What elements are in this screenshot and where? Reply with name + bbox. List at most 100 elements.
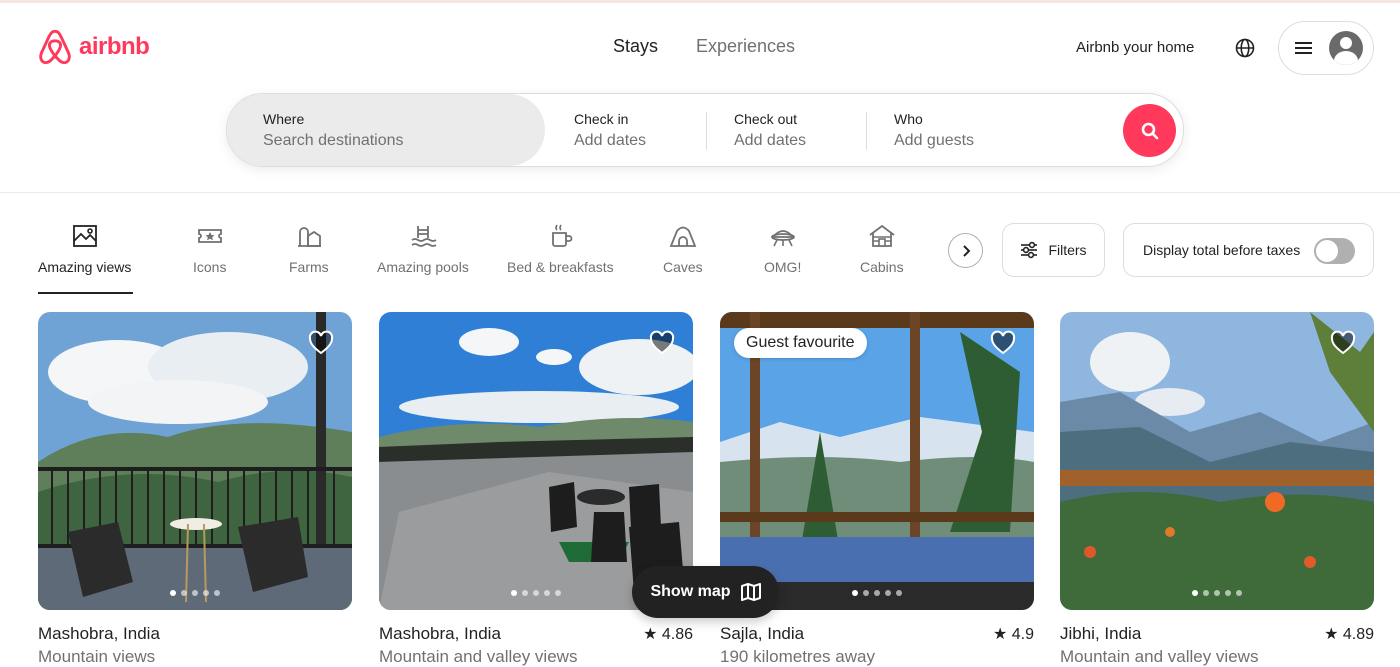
listing-image bbox=[1060, 312, 1374, 610]
pagination-dot bbox=[522, 590, 528, 596]
listing-image bbox=[38, 312, 352, 610]
listing-title[interactable]: Mashobra, India bbox=[38, 624, 160, 644]
listing-card[interactable]: Jibhi, India ★ 4.89 Mountain and valley … bbox=[1060, 312, 1374, 666]
listing-photo[interactable]: Guest favourite bbox=[720, 312, 1034, 610]
airbnb-your-home-link[interactable]: Airbnb your home bbox=[1076, 39, 1194, 56]
category-label: Caves bbox=[663, 259, 703, 275]
amazing-pools-icon bbox=[411, 226, 437, 247]
listing-title[interactable]: Mashobra, India bbox=[379, 624, 501, 644]
caves-icon bbox=[669, 226, 697, 247]
filters-button[interactable]: Filters bbox=[1002, 223, 1105, 277]
pagination-dot bbox=[214, 590, 220, 596]
display-total-toggle-container: Display total before taxes bbox=[1123, 223, 1374, 277]
airbnb-logo[interactable]: airbnb bbox=[37, 28, 150, 66]
listing-image bbox=[379, 312, 693, 610]
photo-pagination-dots bbox=[1060, 590, 1374, 596]
search-icon bbox=[1141, 122, 1158, 139]
search-checkout-field[interactable]: Check out Add dates bbox=[734, 94, 864, 166]
brand-name: airbnb bbox=[79, 33, 150, 60]
search-who-field[interactable]: Who Add guests bbox=[894, 94, 1094, 166]
listing-card[interactable]: Mashobra, India Mountain views bbox=[38, 312, 352, 666]
search-divider bbox=[866, 112, 867, 150]
pagination-dot bbox=[192, 590, 198, 596]
checkout-label: Check out bbox=[734, 111, 798, 127]
pagination-dot bbox=[1192, 590, 1198, 596]
rating-value: 4.9 bbox=[1011, 626, 1034, 643]
checkin-label: Check in bbox=[574, 111, 629, 127]
listing-title[interactable]: Jibhi, India bbox=[1060, 624, 1141, 644]
listing-subtitle: Mountain and valley views bbox=[379, 647, 578, 666]
avatar bbox=[1329, 31, 1363, 65]
photo-pagination-dots bbox=[38, 590, 352, 596]
pagination-dot bbox=[896, 590, 902, 596]
category-bed-breakfasts[interactable]: Bed & breakfasts bbox=[507, 222, 614, 275]
category-cabins[interactable]: Cabins bbox=[860, 222, 904, 275]
heart-icon[interactable] bbox=[990, 330, 1016, 356]
where-placeholder: Search destinations bbox=[263, 132, 404, 149]
display-total-toggle[interactable] bbox=[1314, 238, 1355, 264]
rating-value: 4.89 bbox=[1342, 626, 1374, 643]
category-amazing-views[interactable]: Amazing views bbox=[38, 222, 131, 275]
omg-icon bbox=[770, 230, 795, 247]
categories-next-button[interactable] bbox=[948, 233, 983, 268]
pagination-dot bbox=[170, 590, 176, 596]
listing-rating: ★ 4.86 bbox=[643, 626, 693, 643]
checkin-placeholder: Add dates bbox=[574, 132, 647, 149]
farms-icon bbox=[297, 227, 321, 247]
category-caves[interactable]: Caves bbox=[663, 222, 703, 275]
bed-breakfast-icon bbox=[552, 224, 573, 247]
heart-icon[interactable] bbox=[1330, 330, 1356, 356]
listing-subtitle: Mountain and valley views bbox=[1060, 647, 1259, 666]
chevron-right-icon bbox=[962, 244, 970, 257]
pagination-dot bbox=[1203, 590, 1209, 596]
category-omg[interactable]: OMG! bbox=[764, 222, 801, 275]
show-map-button[interactable]: Show map bbox=[632, 566, 779, 618]
map-icon bbox=[740, 583, 761, 601]
pagination-dot bbox=[533, 590, 539, 596]
category-icons[interactable]: Icons bbox=[193, 222, 226, 275]
category-amazing-pools[interactable]: Amazing pools bbox=[377, 222, 469, 275]
listing-card[interactable]: Mashobra, India ★ 4.86 Mountain and vall… bbox=[379, 312, 693, 666]
listing-photo[interactable] bbox=[38, 312, 352, 610]
heart-icon[interactable] bbox=[649, 330, 675, 356]
tab-stays[interactable]: Stays bbox=[613, 36, 658, 57]
heart-icon[interactable] bbox=[308, 330, 334, 356]
search-button[interactable] bbox=[1123, 104, 1176, 157]
search-divider bbox=[706, 112, 707, 150]
show-map-label: Show map bbox=[650, 583, 731, 600]
category-label: Cabins bbox=[860, 259, 904, 275]
rating-value: 4.86 bbox=[661, 626, 693, 643]
search-where-field[interactable]: Where Search destinations bbox=[227, 94, 545, 166]
category-label: Bed & breakfasts bbox=[507, 259, 614, 275]
pagination-dot bbox=[1214, 590, 1220, 596]
listing-title[interactable]: Sajla, India bbox=[720, 624, 804, 644]
where-label: Where bbox=[263, 111, 305, 127]
listing-rating: ★ 4.89 bbox=[1324, 626, 1374, 643]
hamburger-menu-icon bbox=[1295, 42, 1312, 54]
listing-card[interactable]: Guest favourite Sajla, India ★ 4.9 190 k… bbox=[720, 312, 1034, 666]
globe-icon[interactable] bbox=[1234, 37, 1256, 59]
pagination-dot bbox=[544, 590, 550, 596]
tab-experiences[interactable]: Experiences bbox=[696, 36, 795, 57]
airbnb-logo-icon bbox=[39, 29, 71, 65]
display-total-label: Display total before taxes bbox=[1143, 242, 1301, 258]
user-menu-button[interactable] bbox=[1278, 21, 1374, 75]
listing-photo[interactable] bbox=[379, 312, 693, 610]
category-farms[interactable]: Farms bbox=[289, 222, 329, 275]
filters-icon bbox=[1021, 241, 1038, 259]
pagination-dot bbox=[852, 590, 858, 596]
search-checkin-field[interactable]: Check in Add dates bbox=[574, 94, 704, 166]
guest-favourite-badge: Guest favourite bbox=[734, 328, 867, 358]
listing-photo[interactable] bbox=[1060, 312, 1374, 610]
pagination-dot bbox=[1236, 590, 1242, 596]
checkout-placeholder: Add dates bbox=[734, 132, 807, 149]
pagination-dot bbox=[874, 590, 880, 596]
who-placeholder: Add guests bbox=[894, 132, 975, 149]
filters-label: Filters bbox=[1048, 242, 1087, 258]
active-category-underline bbox=[38, 292, 133, 294]
category-label: Amazing views bbox=[38, 259, 132, 275]
icons-icon bbox=[197, 229, 222, 243]
pagination-dot bbox=[511, 590, 517, 596]
amazing-views-icon bbox=[72, 225, 97, 247]
pagination-dot bbox=[555, 590, 561, 596]
